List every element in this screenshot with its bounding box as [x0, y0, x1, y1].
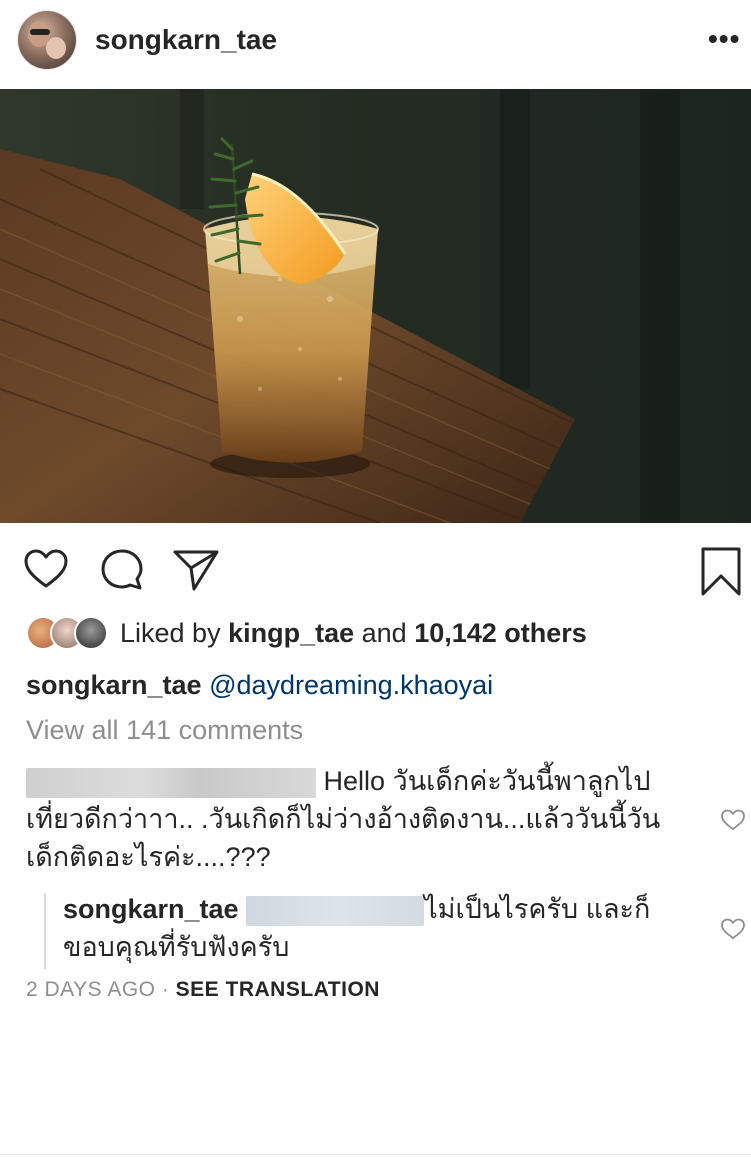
reply-username[interactable]: songkarn_tae	[63, 894, 239, 924]
likes-middle: and	[354, 618, 415, 648]
heart-icon[interactable]	[22, 546, 70, 594]
more-options-icon[interactable]: •••	[708, 24, 744, 54]
avatar-child-face	[46, 37, 66, 59]
post-actions	[0, 540, 751, 600]
post-photo[interactable]	[0, 89, 751, 523]
reply-like-heart-icon[interactable]	[720, 917, 746, 941]
divider	[0, 1154, 751, 1155]
view-all-comments-link[interactable]: View all 141 comments	[26, 715, 303, 746]
see-translation-link[interactable]: SEE TRANSLATION	[176, 978, 380, 1001]
likes-text[interactable]: Liked by kingp_tae and 10,142 others	[120, 618, 587, 649]
comment-icon[interactable]	[98, 546, 146, 594]
redacted-mention	[246, 895, 425, 926]
reply-comment: songkarn_tae ไม่เป็นไรครับ และก็ขอบคุณที…	[63, 890, 693, 966]
comment-text-continued: เที่ยวดีกว่าาา.. .วันเกิดก็ไม่ว่างอ้างติ…	[26, 804, 661, 872]
liker-avatar[interactable]	[74, 616, 108, 650]
comment: Hello วันเด็กค่ะวันนี้พาลูกไปเที่ยวดีกว่…	[26, 762, 696, 876]
bookmark-icon[interactable]	[698, 546, 744, 596]
post-caption: songkarn_tae @daydreaming.khaoyai	[26, 670, 493, 701]
meta-separator: ·	[155, 978, 176, 1001]
post-meta: 2 DAYS AGO · SEE TRANSLATION	[26, 978, 380, 1002]
caption-mention[interactable]: @daydreaming.khaoyai	[209, 670, 493, 700]
reply-thread-line	[44, 893, 46, 969]
post-header: songkarn_tae •••	[0, 0, 751, 88]
cocktail-photo-illustration	[0, 89, 751, 523]
caption-username[interactable]: songkarn_tae	[26, 670, 202, 700]
likes-summary: Liked by kingp_tae and 10,142 others	[26, 612, 746, 656]
avatar-sunglasses	[30, 29, 50, 35]
likes-count-link[interactable]: 10,142 others	[414, 618, 587, 648]
post-username[interactable]: songkarn_tae	[95, 24, 277, 56]
comment-like-heart-icon[interactable]	[720, 808, 746, 832]
likes-user-link[interactable]: kingp_tae	[228, 618, 354, 648]
user-avatar[interactable]	[18, 11, 76, 69]
paper-plane-icon[interactable]	[172, 546, 220, 594]
redacted-username	[26, 767, 316, 798]
comment-text: Hello วันเด็กค่ะวันนี้พาลูกไป	[316, 766, 651, 796]
post-timestamp: 2 DAYS AGO	[26, 978, 156, 1001]
likes-prefix: Liked by	[120, 618, 229, 648]
